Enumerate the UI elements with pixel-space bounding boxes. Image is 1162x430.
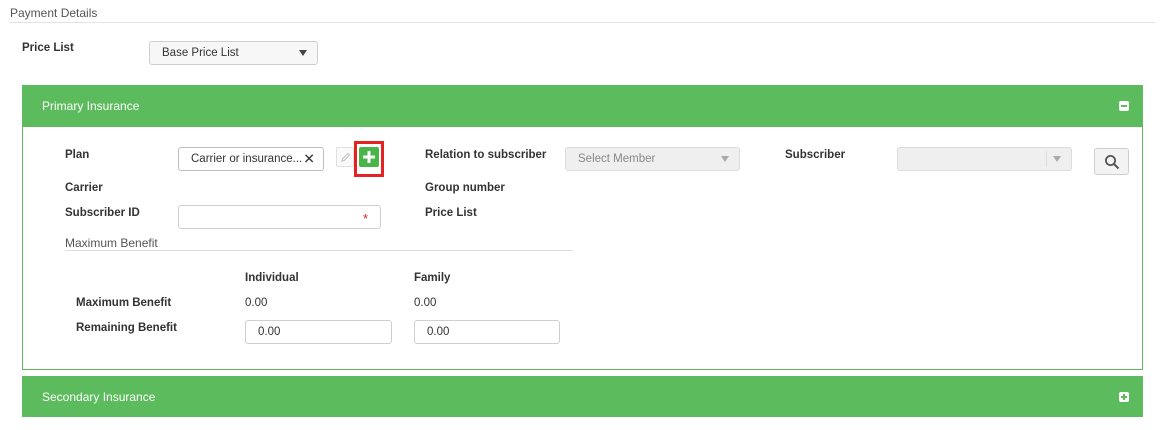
max-benefit-family: 0.00: [414, 297, 437, 309]
price-list-select[interactable]: Base Price List: [149, 41, 318, 65]
chevron-down-icon: [299, 50, 307, 56]
search-icon: [1104, 154, 1119, 169]
subscriber-select[interactable]: [897, 147, 1072, 171]
collapse-icon[interactable]: [1119, 101, 1129, 111]
expand-icon[interactable]: [1119, 391, 1129, 402]
individual-column-header: Individual: [245, 272, 299, 284]
maximum-benefit-row-label: Maximum Benefit: [76, 297, 172, 309]
insurance-price-list-label: Price List: [425, 207, 477, 219]
subscriber-id-label: Subscriber ID: [65, 207, 140, 219]
chevron-down-icon: [1053, 156, 1061, 162]
remaining-benefit-row-label: Remaining Benefit: [76, 322, 177, 334]
pencil-icon: [340, 152, 350, 162]
edit-plan-button[interactable]: [336, 147, 354, 167]
remaining-benefit-family-input[interactable]: 0.00: [414, 320, 560, 344]
relation-select[interactable]: Select Member: [565, 147, 740, 171]
add-plan-button[interactable]: [359, 147, 379, 167]
chevron-down-icon: [721, 156, 729, 162]
plus-icon: [363, 151, 375, 163]
subscriber-id-input[interactable]: *: [178, 205, 381, 229]
relation-placeholder: Select Member: [578, 153, 656, 165]
relation-label: Relation to subscriber: [425, 149, 547, 161]
plan-label: Plan: [65, 149, 90, 161]
required-mark: *: [362, 211, 368, 226]
maximum-benefit-heading: Maximum Benefit: [65, 236, 158, 250]
section-divider: [10, 22, 1155, 23]
group-number-label: Group number: [425, 182, 505, 194]
plan-value: Carrier or insurance...: [191, 153, 303, 165]
secondary-insurance-header[interactable]: Secondary Insurance: [22, 376, 1143, 417]
remaining-benefit-individual-input[interactable]: 0.00: [245, 320, 392, 344]
remaining-individual-value: 0.00: [258, 326, 281, 338]
max-benefit-individual: 0.00: [245, 297, 268, 309]
subscriber-label: Subscriber: [785, 149, 846, 161]
carrier-label: Carrier: [65, 182, 103, 194]
plan-input[interactable]: Carrier or insurance... ✕: [178, 147, 324, 171]
payment-details-title: Payment Details: [10, 6, 98, 20]
subscriber-search-button[interactable]: [1094, 148, 1129, 175]
maximum-benefit-divider: [65, 250, 573, 251]
primary-insurance-header[interactable]: Primary Insurance: [22, 85, 1143, 127]
secondary-insurance-title: Secondary Insurance: [42, 389, 156, 404]
price-list-label: Price List: [22, 42, 74, 54]
select-divider: [1046, 151, 1047, 167]
remaining-family-value: 0.00: [427, 326, 450, 338]
family-column-header: Family: [414, 272, 451, 284]
primary-insurance-title: Primary Insurance: [42, 99, 140, 113]
price-list-value: Base Price List: [162, 47, 239, 59]
close-icon[interactable]: ✕: [303, 151, 315, 168]
